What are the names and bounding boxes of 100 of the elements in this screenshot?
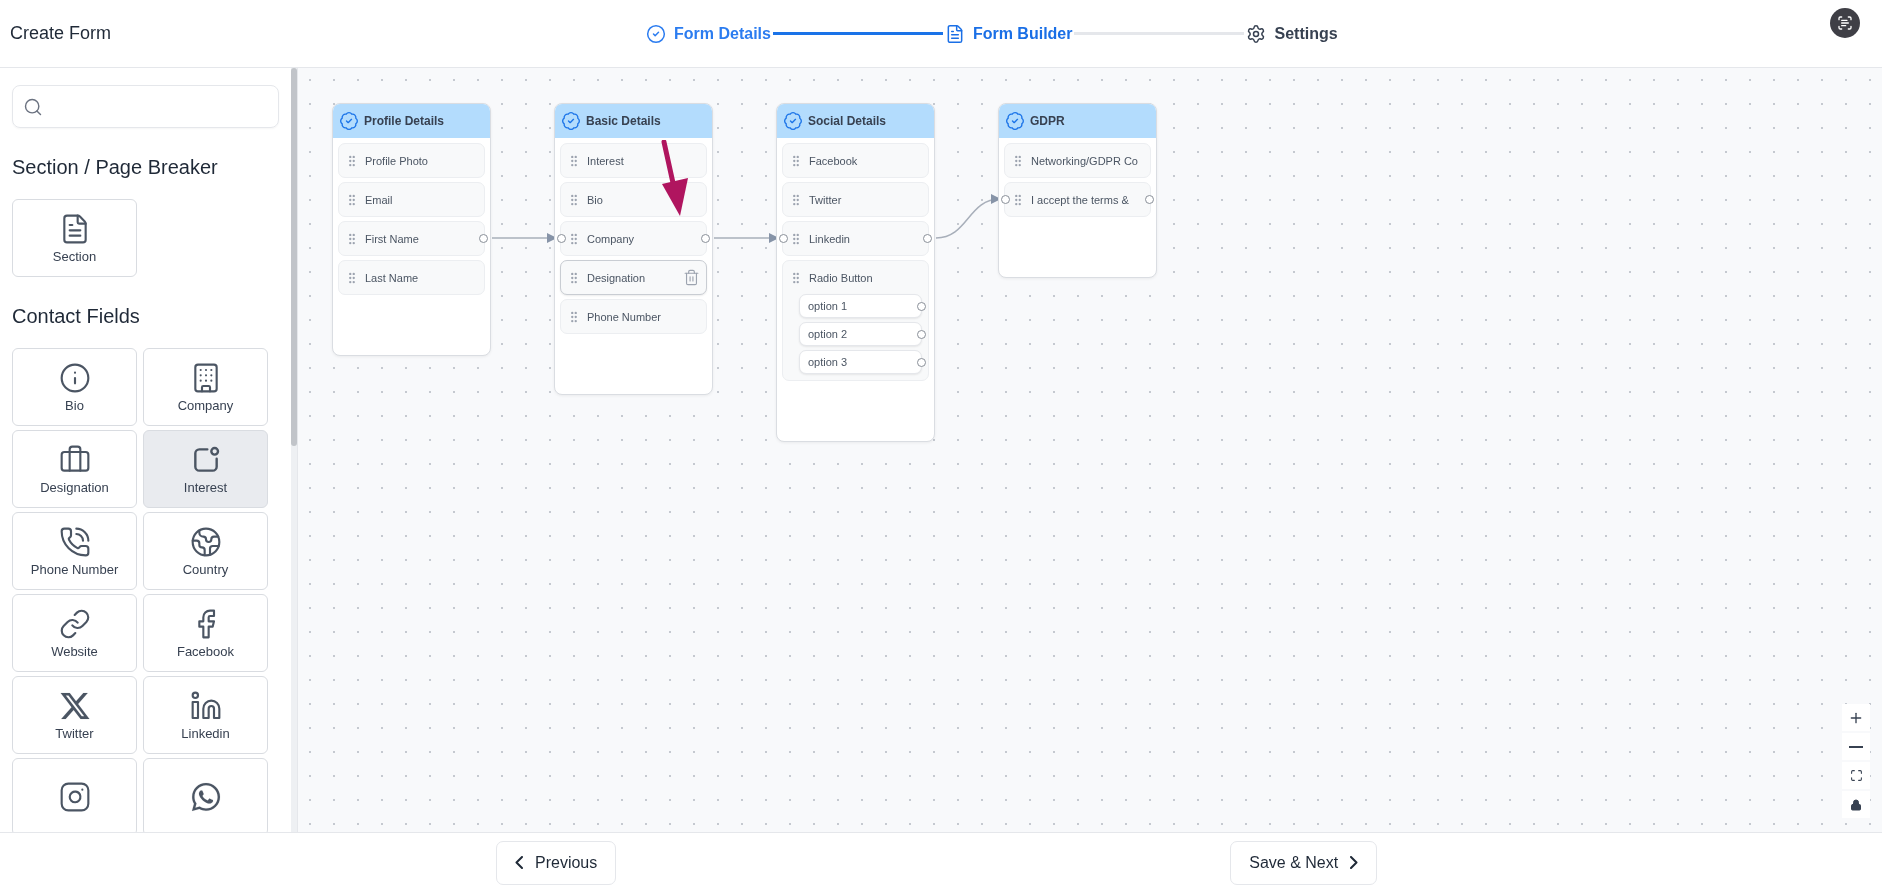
field-row[interactable]: Phone Number <box>560 299 707 334</box>
step-tab[interactable]: Form Builder <box>944 23 1073 44</box>
field-label: Networking/GDPR Co <box>1031 154 1139 167</box>
field-label: Email <box>365 193 394 206</box>
field-label: Facebook <box>809 154 859 167</box>
lock-icon <box>1850 798 1862 811</box>
field-row[interactable]: Twitter <box>782 182 929 217</box>
output-handle[interactable] <box>917 329 926 339</box>
scrollbar[interactable] <box>291 68 297 832</box>
text-scan-button[interactable] <box>1830 8 1860 38</box>
section-node[interactable]: GDPR Networking/GDPR Co I accept the terms & <box>998 103 1157 278</box>
link-icon <box>58 607 91 640</box>
field-row[interactable]: Company <box>560 221 707 256</box>
tile-label: Website <box>51 643 98 659</box>
fit-view-icon <box>1849 769 1863 782</box>
fit-view-button[interactable] <box>1842 762 1870 789</box>
field-label: Profile Photo <box>365 154 429 167</box>
field-tile[interactable]: Twitter <box>12 676 137 754</box>
previous-button[interactable]: Previous <box>496 840 617 885</box>
field-row[interactable]: Bio <box>560 182 707 217</box>
field-tile[interactable]: Website <box>12 594 137 672</box>
tile-label: Twitter <box>55 725 94 741</box>
output-handle[interactable] <box>1145 195 1154 204</box>
field-row[interactable]: Networking/GDPR Co <box>1004 143 1151 178</box>
connector <box>491 233 557 243</box>
node-title: Profile Details <box>364 114 445 128</box>
chevron-right-icon <box>1350 856 1359 869</box>
field-tile[interactable]: Interest <box>143 430 268 508</box>
input-handle[interactable] <box>1001 195 1010 204</box>
save-next-button[interactable]: Save & Next <box>1230 840 1378 885</box>
node-title: GDPR <box>1030 114 1065 128</box>
minus-icon <box>1849 745 1863 748</box>
whatsapp-icon <box>189 781 222 813</box>
trash-icon[interactable] <box>683 269 700 286</box>
section-heading: Contact Fields <box>12 305 141 328</box>
output-handle[interactable] <box>923 234 932 243</box>
section-heading: Section / Page Breaker <box>12 156 219 179</box>
field-tile[interactable]: Bio <box>12 348 137 426</box>
tile-label: Bio <box>65 397 84 413</box>
field-label: Last Name <box>365 271 420 284</box>
tile-label: Linkedin <box>181 725 230 741</box>
info-icon <box>58 361 91 394</box>
settings-icon <box>1246 23 1267 44</box>
field-tile[interactable]: Linkedin <box>143 676 268 754</box>
field-label: I accept the terms & <box>1031 193 1130 206</box>
field-row[interactable]: Facebook <box>782 143 929 178</box>
search-icon <box>23 96 43 117</box>
field-row[interactable]: Last Name <box>338 260 485 295</box>
output-handle[interactable] <box>917 301 926 311</box>
check-circle-icon <box>646 23 666 44</box>
connector <box>935 194 1001 239</box>
field-label: Radio Button <box>809 271 874 284</box>
field-row[interactable]: Email <box>338 182 485 217</box>
page-title: Create Form <box>10 23 113 44</box>
field-row[interactable]: Designation <box>560 260 707 295</box>
input-handle[interactable] <box>557 234 566 243</box>
field-tile[interactable]: Country <box>143 512 268 590</box>
output-handle[interactable] <box>479 234 488 243</box>
step-tab[interactable]: Form Details <box>646 23 771 44</box>
field-tile[interactable]: Facebook <box>143 594 268 672</box>
lock-button[interactable] <box>1842 791 1870 818</box>
field-row[interactable]: Linkedin <box>782 221 929 256</box>
linkedin-icon <box>189 689 222 722</box>
globe-icon <box>189 525 222 558</box>
instagram-icon <box>58 781 91 813</box>
section-node[interactable]: Social Details Facebook Twitter Linkedin Radio Button option 1 option 2 option 3 <box>776 103 935 442</box>
tile-label: Company <box>177 397 234 413</box>
field-tile[interactable]: Designation <box>12 430 137 508</box>
field-label: Designation <box>587 271 647 284</box>
scan-text-icon <box>1837 15 1853 31</box>
output-handle[interactable] <box>701 234 710 243</box>
section-node[interactable]: Basic Details Interest Bio Company Designation Phone Number <box>554 103 713 395</box>
zoom-out-button[interactable] <box>1842 733 1870 760</box>
search-field[interactable] <box>12 85 279 128</box>
tile-label: Facebook <box>176 643 235 659</box>
field-row[interactable]: Profile Photo <box>338 143 485 178</box>
connector <box>713 233 779 243</box>
field-label: Twitter <box>809 193 843 206</box>
field-row[interactable]: First Name <box>338 221 485 256</box>
output-handle[interactable] <box>917 357 926 367</box>
field-tile[interactable]: Company <box>143 348 268 426</box>
field-row[interactable]: Interest <box>560 143 707 178</box>
input-handle[interactable] <box>779 234 788 243</box>
field-tile[interactable] <box>143 758 268 832</box>
section-node[interactable]: Profile Details Profile Photo Email First Name Last Name <box>332 103 491 356</box>
field-label: Phone Number <box>587 310 662 323</box>
field-tile[interactable]: Phone Number <box>12 512 137 590</box>
tile-label: Interest <box>183 479 228 495</box>
step-tab[interactable]: Settings <box>1246 23 1338 44</box>
badge-check-icon <box>1005 111 1025 131</box>
chevron-left-icon <box>515 856 523 869</box>
zoom-in-button[interactable] <box>1842 704 1870 731</box>
node-title: Basic Details <box>586 114 661 128</box>
field-tile[interactable]: Section <box>12 199 137 277</box>
field-label: First Name <box>365 232 420 245</box>
field-label: Bio <box>587 193 604 206</box>
field-row[interactable]: Radio Button option 1 option 2 option 3 <box>782 260 929 381</box>
field-row[interactable]: I accept the terms & <box>1004 182 1151 217</box>
field-label: Linkedin <box>809 232 851 245</box>
field-tile[interactable] <box>12 758 137 832</box>
